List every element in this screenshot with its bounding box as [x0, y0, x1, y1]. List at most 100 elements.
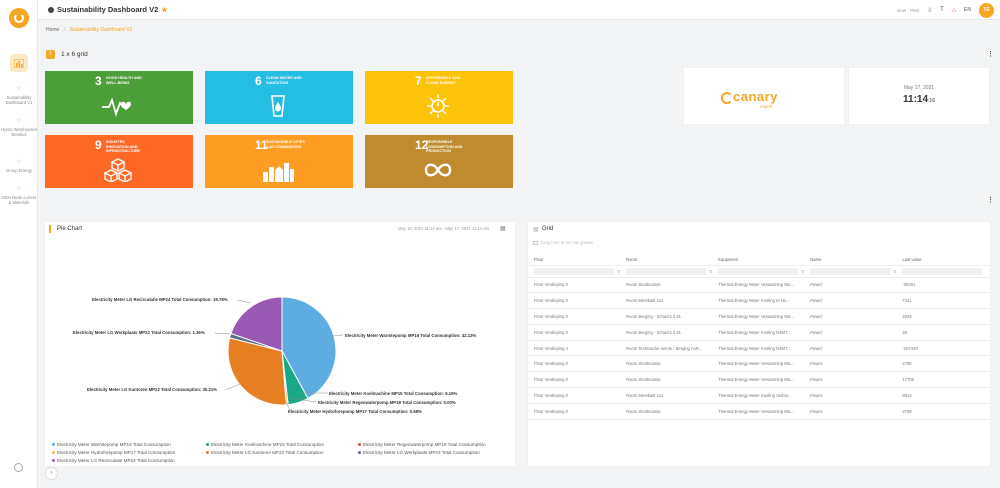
section-title: 1 x 6 grid [61, 51, 88, 58]
column-header-equipment[interactable]: Equipment [712, 254, 805, 266]
table-cell: Power [804, 371, 897, 389]
calendar-icon[interactable]: ▦ [500, 225, 506, 232]
sidebar-item-ngh[interactable]: ☆ NGH Node current & Materials [0, 186, 38, 205]
app-logo-icon[interactable] [9, 8, 29, 28]
clock-time: 11:14:16 [903, 94, 935, 105]
pie-date-range[interactable]: May 16, 2021 11:14 am - May 17, 2021 11:… [398, 226, 489, 231]
page-title: Sustainability Dashboard V2 ★ [48, 5, 168, 14]
canary-logo-icon [721, 92, 733, 104]
legend-item[interactable]: Electricity Meter LG Recirculatie MP24 T… [52, 458, 175, 463]
filter-input[interactable] [626, 267, 707, 275]
pie-chart-title: Pie Chart [57, 226, 83, 232]
sdg-tile-11[interactable]: 11 Sustainable cities and communities [205, 135, 353, 188]
sdg-tile-9[interactable]: 9 Industry, innovation and infrastructur… [45, 135, 193, 188]
table-cell: Thermal Energy Meter Verwarming Wa... [712, 355, 805, 373]
legend-item[interactable]: Electricity Meter Hydroforepomp MP17 Tot… [52, 450, 175, 455]
table-cell: Thermal Energy Meter Koeling Verbiu... [712, 387, 805, 404]
pie-chart [228, 297, 336, 405]
favorite-star-icon[interactable]: ★ [161, 7, 167, 14]
table-cell: Power [804, 387, 897, 404]
table-cell: Room Stookruimte [620, 371, 713, 389]
language-selector[interactable]: EN [964, 7, 971, 13]
data-grid: Floor Room Equipment Name Last value ▽ ▽… [528, 254, 990, 420]
table-cell: 7421 [896, 292, 990, 310]
star-icon: ☆ [16, 118, 22, 124]
pie-label-regenwaterpomp: Electricity Meter Regenwaterpomp MP18 To… [318, 400, 456, 405]
table-cell: Thermal Energy Meter Verwarming Wo... [712, 277, 805, 294]
pie-label-warmtepomp: Electricity Meter Warmtepomp MP16 Total … [345, 333, 477, 338]
table-cell: Power [804, 308, 897, 325]
pie-label-werkplaats: Electricity Meter LG Werkplaats MP23 Tot… [73, 330, 205, 335]
filter-icon[interactable]: ▽ [893, 269, 896, 274]
legend-item[interactable]: Electricity Meter LG Kantoren MP22 Total… [206, 450, 324, 455]
table-row[interactable]: Floor Verdieping 0 Room Meetkast 121 Therm… [528, 292, 990, 310]
table-cell: Floor Verdieping 0 [528, 324, 621, 341]
filter-input[interactable] [810, 267, 891, 275]
canary-wordmark: canary [733, 89, 778, 104]
legend-item[interactable]: Electricity Meter Regenwaterpomp MP18 To… [358, 442, 486, 447]
legend-item[interactable]: Electricity Meter LG Werkplaats MP23 Tot… [358, 450, 480, 455]
breadcrumb-home[interactable]: Home [46, 27, 59, 33]
table-cell: Room Berging - Schacht 2.21 [620, 324, 713, 341]
table-row[interactable]: Floor Verdieping 0 Room Stookruimte Therma… [528, 371, 990, 389]
grid-title: Grid [542, 226, 554, 232]
table-cell: Power [804, 292, 897, 310]
table-cell: 2759 [896, 403, 990, 420]
table-cell: Thermal Energy Meter Verwarming Wa... [712, 308, 805, 325]
filter-input[interactable] [534, 267, 614, 275]
sdg-tile-7[interactable]: 7 Affordable and clean energy [365, 71, 513, 124]
table-cell: 17705 [896, 371, 990, 389]
scroll-next-icon[interactable]: › [45, 467, 58, 480]
table-cell: Room Meetkast 121 [620, 292, 713, 310]
pie-label-koelmachine: Electricity Meter Koelmachine MP15 Total… [329, 391, 458, 396]
pin-icon[interactable]: T [940, 7, 944, 13]
table-cell: Floor Verdieping 0 [528, 403, 621, 420]
sidebar-item-hydro[interactable]: ☆ Hydro Warehouses Benelux [0, 118, 38, 137]
top-right-controls: Now - Past ⇩ T ⌂ EN TE [897, 2, 994, 18]
table-cell: Room Technische ruimte / Berging noR... [620, 340, 713, 357]
breadcrumb-current: Sustainability Dashboard V2 [69, 27, 133, 33]
table-cell: Floor Verdieping 4 [528, 340, 621, 357]
table-cell: Room Meetkast 121 [620, 387, 713, 404]
kebab-menu-icon-2[interactable]: ⋮ [987, 196, 994, 204]
notification-icon[interactable]: ⌂ [952, 7, 956, 14]
filter-icon[interactable]: ▽ [709, 269, 712, 274]
section-badge: 1 [46, 50, 55, 59]
table-row[interactable]: Floor Verdieping 0 Room Stookruimte Therma… [528, 355, 990, 373]
sdg-tile-3[interactable]: 3 Good health and well-being [45, 71, 193, 124]
avatar[interactable]: TE [979, 2, 994, 18]
column-header-room[interactable]: Room [620, 254, 713, 266]
table-cell: Thermal Energy Meter Koeling N3MT... [712, 340, 805, 357]
kebab-menu-icon[interactable]: ⋮ [987, 50, 994, 58]
row-group-hint[interactable]: Drag here to set row groups [533, 240, 593, 245]
table-row[interactable]: Floor Verdieping 4 Room Technische ruimte… [528, 340, 990, 357]
time-range-selector[interactable]: Now - Past [897, 8, 919, 13]
sidebar-item-group-energy[interactable]: ☆ Group Energy [0, 159, 38, 173]
legend-item[interactable]: Electricity Meter Koelmachine MP15 Total… [206, 442, 324, 447]
sdg-tile-6[interactable]: 6 Clean water and sanitation [205, 71, 353, 124]
table-row[interactable]: Floor Verdieping 0 Room Stookruimte Therma… [528, 403, 990, 420]
table-cell: Room Stookruimte [620, 403, 713, 420]
filter-icon[interactable]: ▽ [801, 269, 804, 274]
table-row[interactable]: Floor Verdieping 0 Room Meetkast 121 Therm… [528, 387, 990, 404]
star-icon: ☆ [16, 86, 22, 92]
filter-input[interactable] [718, 267, 799, 275]
filter-icon[interactable]: ▽ [617, 269, 620, 274]
legend-item[interactable]: Electricity Meter Warmtepomp MP16 Total … [52, 442, 171, 447]
sidebar-item-sustainability-v1[interactable]: ☆ Sustainability Dashboard V1 [0, 86, 38, 105]
table-row[interactable]: Floor Verdieping 0 Room Berging - Schacht… [528, 308, 990, 325]
sdg-tile-12[interactable]: 12 Responsible consumption and productio… [365, 135, 513, 188]
table-cell: Floor Verdieping 0 [528, 308, 621, 325]
filter-input[interactable] [902, 267, 983, 275]
table-row[interactable]: Floor Verdieping 0 Room Stookruimte Therma… [528, 277, 990, 294]
column-header-floor[interactable]: Floor [528, 254, 621, 266]
collapse-icon[interactable] [14, 463, 23, 472]
table-row[interactable]: Floor Verdieping 0 Room Berging - Schacht… [528, 324, 990, 341]
table-cell: Floor Verdieping 0 [528, 292, 621, 310]
export-icon[interactable]: ⇩ [927, 7, 932, 14]
column-header-last-value[interactable]: Last value [896, 254, 990, 266]
dashboard-icon[interactable] [10, 54, 28, 72]
table-cell: Power [804, 324, 897, 341]
filter-cell [896, 265, 990, 278]
column-header-name[interactable]: Name [804, 254, 897, 266]
